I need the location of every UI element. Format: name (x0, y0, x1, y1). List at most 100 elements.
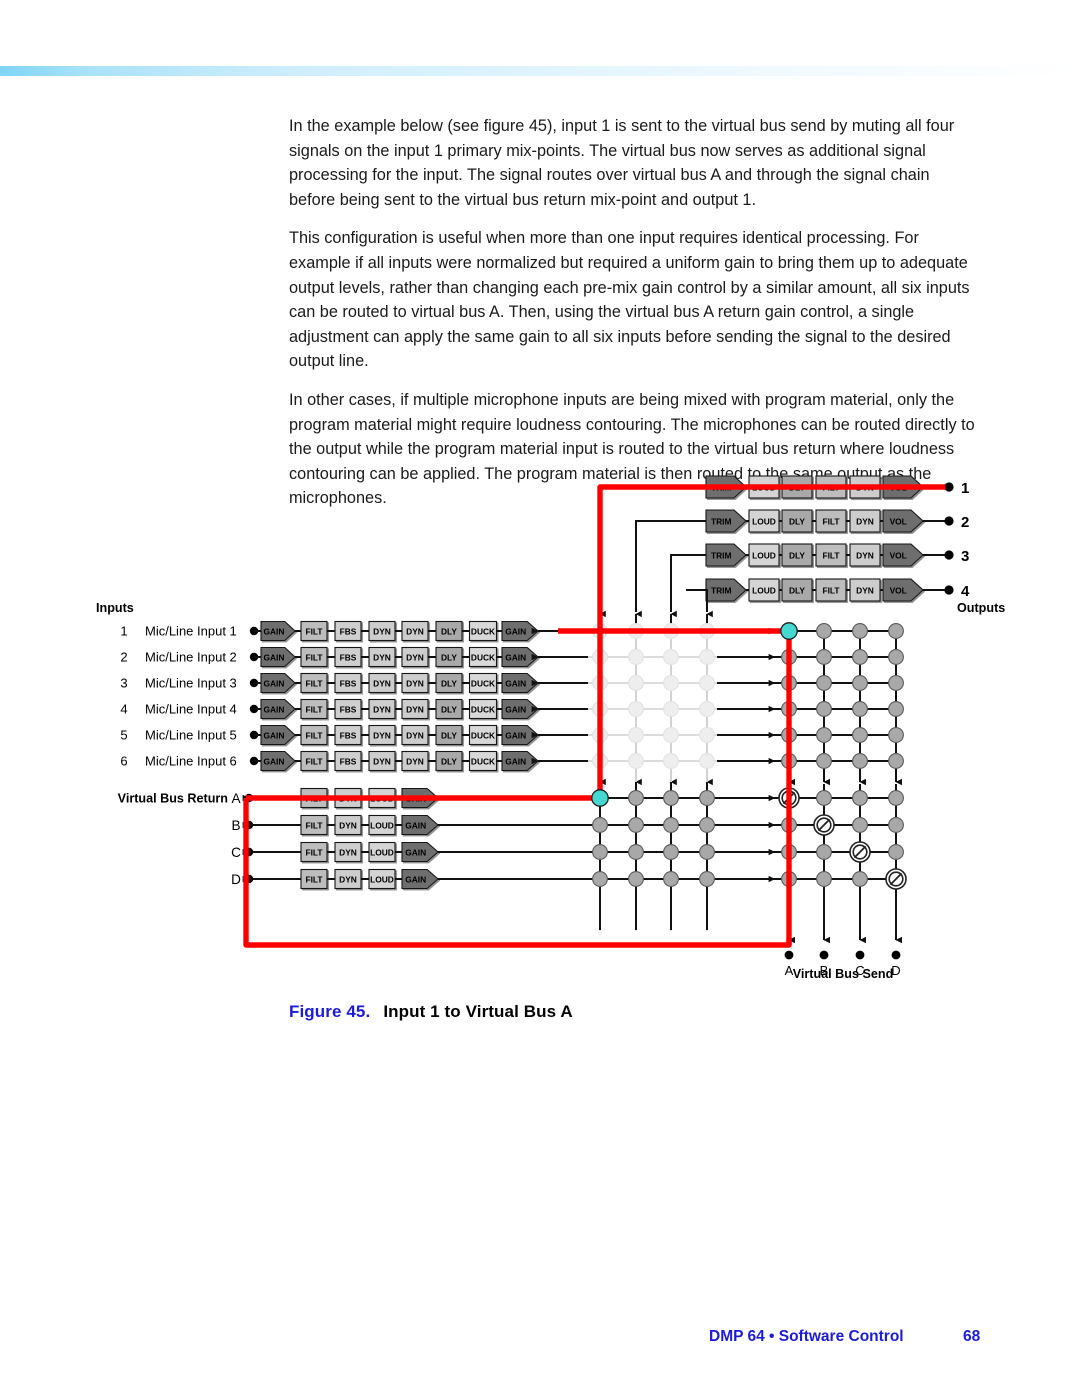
crosspoint[interactable] (592, 817, 608, 833)
figure-45-diagram: TRIM LOUD DLY FILT DYN VOL 1 TRIM LOUD DLY FILT DYN… (0, 455, 1080, 1015)
crosspoint[interactable] (816, 649, 832, 665)
chain-block-label: FBS (340, 730, 357, 740)
crosspoint[interactable] (699, 727, 715, 743)
crosspoint[interactable] (888, 753, 904, 769)
virtual-bus-return-heading: Virtual Bus Return (118, 792, 228, 806)
virtual-bus-return-row-label: B (231, 818, 240, 833)
chain-block-label: GAIN (505, 652, 526, 662)
crosspoint[interactable] (663, 675, 679, 691)
crosspoint[interactable] (663, 649, 679, 665)
crosspoint[interactable] (663, 727, 679, 743)
input-row-name: Mic/Line Input 6 (145, 754, 237, 769)
crosspoint[interactable] (816, 871, 832, 887)
crosspoint[interactable] (628, 753, 644, 769)
chain-block-label: LOUD (752, 585, 776, 595)
crosspoint[interactable] (888, 790, 904, 806)
crosspoint[interactable] (699, 675, 715, 691)
chain-block-label: DLY (441, 678, 457, 688)
output-terminal-dot (944, 585, 954, 595)
crosspoint[interactable] (628, 701, 644, 717)
input-row-number: 5 (120, 728, 127, 743)
crosspoint[interactable] (852, 675, 868, 691)
chain-block-label: DUCK (471, 730, 495, 740)
crosspoint[interactable] (816, 790, 832, 806)
crosspoint[interactable] (816, 844, 832, 860)
crosspoint[interactable] (663, 844, 679, 860)
input-row-name: Mic/Line Input 3 (145, 676, 237, 691)
crosspoint[interactable] (699, 817, 715, 833)
input-row-name: Mic/Line Input 5 (145, 728, 237, 743)
chain-block-label: FILT (305, 874, 323, 884)
chain-block-label: FILT (822, 585, 840, 595)
chain-block-label: DLY (441, 756, 457, 766)
crosspoint[interactable] (663, 790, 679, 806)
active-crosspoint-input1-output1[interactable] (780, 622, 798, 640)
paragraph-2: This configuration is useful when more t… (289, 229, 970, 371)
chain-block-label: LOUD (752, 550, 776, 560)
crosspoint[interactable] (888, 649, 904, 665)
crosspoint[interactable] (852, 753, 868, 769)
crosspoint[interactable] (699, 844, 715, 860)
crosspoint[interactable] (816, 675, 832, 691)
crosspoint[interactable] (628, 649, 644, 665)
crosspoint[interactable] (699, 753, 715, 769)
output-row-number: 4 (961, 583, 970, 600)
crosspoint[interactable] (663, 701, 679, 717)
crosspoint[interactable] (852, 649, 868, 665)
crosspoint[interactable] (628, 871, 644, 887)
path-send-a-to-output1 (597, 484, 945, 798)
crosspoint[interactable] (852, 871, 868, 887)
active-crosspoint-returnA-sendA[interactable] (591, 789, 609, 807)
crosspoint[interactable] (663, 753, 679, 769)
chain-block-label: GAIN (505, 704, 526, 714)
crosspoint[interactable] (628, 675, 644, 691)
output-row-number: 1 (961, 480, 969, 497)
crosspoint[interactable] (816, 727, 832, 743)
crosspoint[interactable] (888, 817, 904, 833)
crosspoint[interactable] (699, 649, 715, 665)
crosspoint[interactable] (888, 701, 904, 717)
virtual-bus-send-dot (819, 950, 829, 960)
crosspoint[interactable] (888, 675, 904, 691)
crosspoint[interactable] (628, 817, 644, 833)
chain-block-label: DYN (406, 756, 424, 766)
crosspoint[interactable] (628, 844, 644, 860)
chain-block-label: DYN (856, 550, 874, 560)
active-crosspoints (591, 622, 798, 807)
crosspoint[interactable] (628, 727, 644, 743)
crosspoint[interactable] (888, 844, 904, 860)
crosspoint[interactable] (888, 623, 904, 639)
crosspoint[interactable] (699, 871, 715, 887)
chain-block-label: TRIM (711, 585, 731, 595)
chain-block-label: DYN (856, 585, 874, 595)
crosspoint[interactable] (592, 844, 608, 860)
crosspoint[interactable] (852, 790, 868, 806)
chain-block-label: FILT (305, 730, 323, 740)
crosspoint[interactable] (699, 701, 715, 717)
crosspoint[interactable] (852, 727, 868, 743)
virtual-bus-send-heading: Virtual Bus Send (793, 967, 894, 981)
chain-block-label: LOUD (370, 847, 394, 857)
crosspoint[interactable] (816, 623, 832, 639)
footer-doc-line: DMP 64 • Software Control (709, 1328, 904, 1345)
crosspoint[interactable] (852, 623, 868, 639)
input-row-name: Mic/Line Input 4 (145, 702, 237, 717)
crosspoint[interactable] (888, 727, 904, 743)
crosspoint[interactable] (628, 790, 644, 806)
chain-block-label: DUCK (471, 704, 495, 714)
crosspoint[interactable] (852, 817, 868, 833)
crosspoint[interactable] (592, 871, 608, 887)
chain-block-label: FILT (305, 678, 323, 688)
crosspoint[interactable] (852, 701, 868, 717)
crosspoint[interactable] (816, 753, 832, 769)
figure-number: Figure 45. (289, 1002, 371, 1021)
crosspoint[interactable] (663, 817, 679, 833)
crosspoint[interactable] (699, 790, 715, 806)
matrix-crosspoints (592, 623, 907, 890)
crosspoint[interactable] (663, 871, 679, 887)
chain-block-label: GAIN (263, 756, 284, 766)
crosspoint[interactable] (816, 701, 832, 717)
send-to-output-riser (670, 554, 706, 612)
virtual-bus-return-row-label: A (231, 791, 241, 806)
chain-block-label: GAIN (505, 756, 526, 766)
